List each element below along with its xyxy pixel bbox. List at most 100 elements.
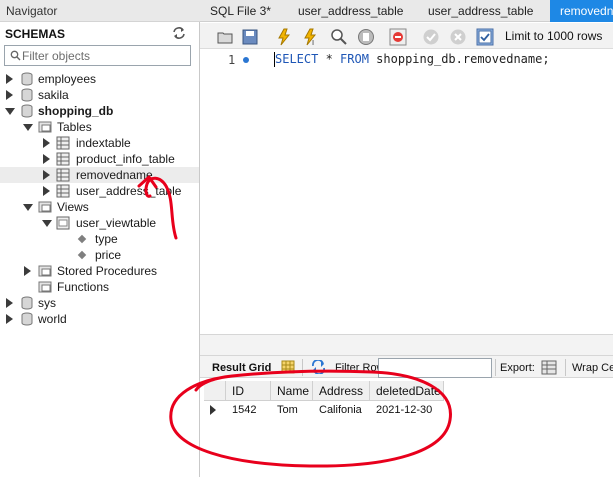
tree-item-product-info-table[interactable]: product_info_table <box>0 151 199 167</box>
sql-keyword-from: FROM <box>340 52 369 66</box>
tree-label: sys <box>38 296 56 310</box>
wrap-cell-content-button[interactable]: Wrap Ce <box>572 362 613 374</box>
tree-item-employees[interactable]: employees <box>0 71 199 87</box>
tree-label: product_info_table <box>76 152 175 166</box>
tree-item-functions[interactable]: Functions <box>0 279 199 295</box>
expand-arrow-icon[interactable] <box>6 90 13 100</box>
tree-label: Stored Procedures <box>57 264 158 278</box>
tree-item-stored-procedures[interactable]: Stored Procedures <box>0 263 199 279</box>
database-icon <box>21 72 33 86</box>
grid-icon[interactable] <box>281 360 295 374</box>
tree-label: user_address_table <box>76 184 182 198</box>
cell-deleteddate[interactable]: 2021-12-30 <box>370 400 444 420</box>
sql-star: * <box>318 52 341 66</box>
cell-name[interactable]: Tom <box>271 400 313 420</box>
tab-user-address-table-1[interactable]: user_address_table <box>288 0 408 22</box>
tab-user-address-table-2[interactable]: user_address_table <box>418 0 538 22</box>
expand-arrow-icon[interactable] <box>43 138 50 148</box>
folder-icon <box>38 121 52 133</box>
tree-item-user-viewtable[interactable]: user_viewtable <box>0 215 199 231</box>
tree-label: Tables <box>57 120 92 134</box>
export-icon[interactable] <box>541 360 557 375</box>
sql-keyword-select: SELECT <box>275 52 319 66</box>
tree-item-world[interactable]: world <box>0 311 199 327</box>
tree-label: indextable <box>76 136 131 150</box>
column-header-address[interactable]: Address <box>313 381 370 401</box>
filter-objects-input[interactable] <box>22 47 188 64</box>
filter-rows-input[interactable] <box>378 358 492 378</box>
filter-objects-field[interactable] <box>4 45 191 66</box>
tree-label: removedname <box>76 168 153 182</box>
database-icon <box>21 104 33 118</box>
tree-item-shopping-db[interactable]: shopping_db <box>0 103 199 119</box>
table-icon <box>56 152 70 166</box>
expand-arrow-icon[interactable] <box>6 298 13 308</box>
tree-item-views[interactable]: Views <box>0 199 199 215</box>
execute-icon[interactable] <box>275 28 293 46</box>
stop-icon[interactable] <box>357 28 375 46</box>
tree-item-removedname[interactable]: removedname <box>0 167 199 183</box>
table-row[interactable]: 1542 Tom Califonia 2021-12-30 <box>204 400 444 420</box>
collapse-arrow-icon[interactable] <box>23 124 33 131</box>
toggle-error-icon[interactable] <box>389 28 407 46</box>
table-icon <box>56 136 70 150</box>
rollback-icon[interactable] <box>449 28 467 46</box>
tree-item-column-type[interactable]: type <box>0 231 199 247</box>
tree-item-sys[interactable]: sys <box>0 295 199 311</box>
expand-arrow-icon[interactable] <box>6 314 13 324</box>
cell-id[interactable]: 1542 <box>226 400 271 420</box>
tree-label: world <box>38 312 67 326</box>
result-grid-tab[interactable]: Result Grid <box>212 362 271 374</box>
tree-item-sakila[interactable]: sakila <box>0 87 199 103</box>
tree-label: type <box>95 232 118 246</box>
sql-table-ref: shopping_db.removedname; <box>368 52 550 66</box>
tab-removedname[interactable]: removedname <box>550 0 613 22</box>
refresh-icon[interactable] <box>172 26 186 40</box>
limit-rows-select[interactable]: Limit to 1000 rows <box>505 27 602 46</box>
tree-label: Functions <box>57 280 110 294</box>
sql-statement[interactable]: SELECT * FROM shopping_db.removedname; <box>275 52 550 66</box>
svg-text:I: I <box>312 39 314 46</box>
tree-label: Views <box>57 200 89 214</box>
commit-icon[interactable] <box>422 28 440 46</box>
folder-icon <box>38 201 52 213</box>
execute-current-icon[interactable]: I <box>301 28 319 46</box>
expand-arrow-icon[interactable] <box>43 186 50 196</box>
collapse-arrow-icon[interactable] <box>42 220 52 227</box>
column-icon <box>77 250 87 260</box>
expand-arrow-icon[interactable] <box>24 266 31 276</box>
tree-item-tables[interactable]: Tables <box>0 119 199 135</box>
results-divider[interactable] <box>200 334 613 356</box>
expand-arrow-icon[interactable] <box>6 74 13 84</box>
explain-icon[interactable] <box>330 28 348 46</box>
editor-tab-bar: SQL File 3* user_address_table user_addr… <box>200 0 613 22</box>
export-label: Export: <box>500 362 535 374</box>
column-header-deleteddate[interactable]: deletedDate <box>370 381 444 401</box>
collapse-arrow-icon[interactable] <box>23 204 33 211</box>
open-file-icon[interactable] <box>216 28 234 46</box>
row-header-corner <box>204 381 226 401</box>
line-number: 1 <box>228 53 236 67</box>
cell-address[interactable]: Califonia <box>313 400 370 420</box>
collapse-arrow-icon[interactable] <box>5 108 15 115</box>
refresh-results-icon[interactable] <box>311 360 326 374</box>
sql-editor[interactable] <box>200 50 613 334</box>
column-header-name[interactable]: Name <box>271 381 313 401</box>
database-icon <box>21 312 33 326</box>
tab-sql-file-3[interactable]: SQL File 3* <box>200 0 275 22</box>
save-icon[interactable] <box>241 28 259 46</box>
expand-arrow-icon[interactable] <box>43 154 50 164</box>
column-header-id[interactable]: ID <box>226 381 271 401</box>
tree-label: user_viewtable <box>76 216 157 230</box>
autocommit-icon[interactable] <box>476 28 494 46</box>
expand-arrow-icon[interactable] <box>43 170 50 180</box>
table-icon <box>56 184 70 198</box>
table-icon <box>56 168 70 182</box>
tree-item-indextable[interactable]: indextable <box>0 135 199 151</box>
tree-label: price <box>95 248 122 262</box>
view-icon <box>56 216 70 230</box>
navigator-panel: Navigator SCHEMAS employees sakila shopp… <box>0 0 200 477</box>
tree-item-column-price[interactable]: price <box>0 247 199 263</box>
database-icon <box>21 88 33 102</box>
tree-item-user-address-table[interactable]: user_address_table <box>0 183 199 199</box>
